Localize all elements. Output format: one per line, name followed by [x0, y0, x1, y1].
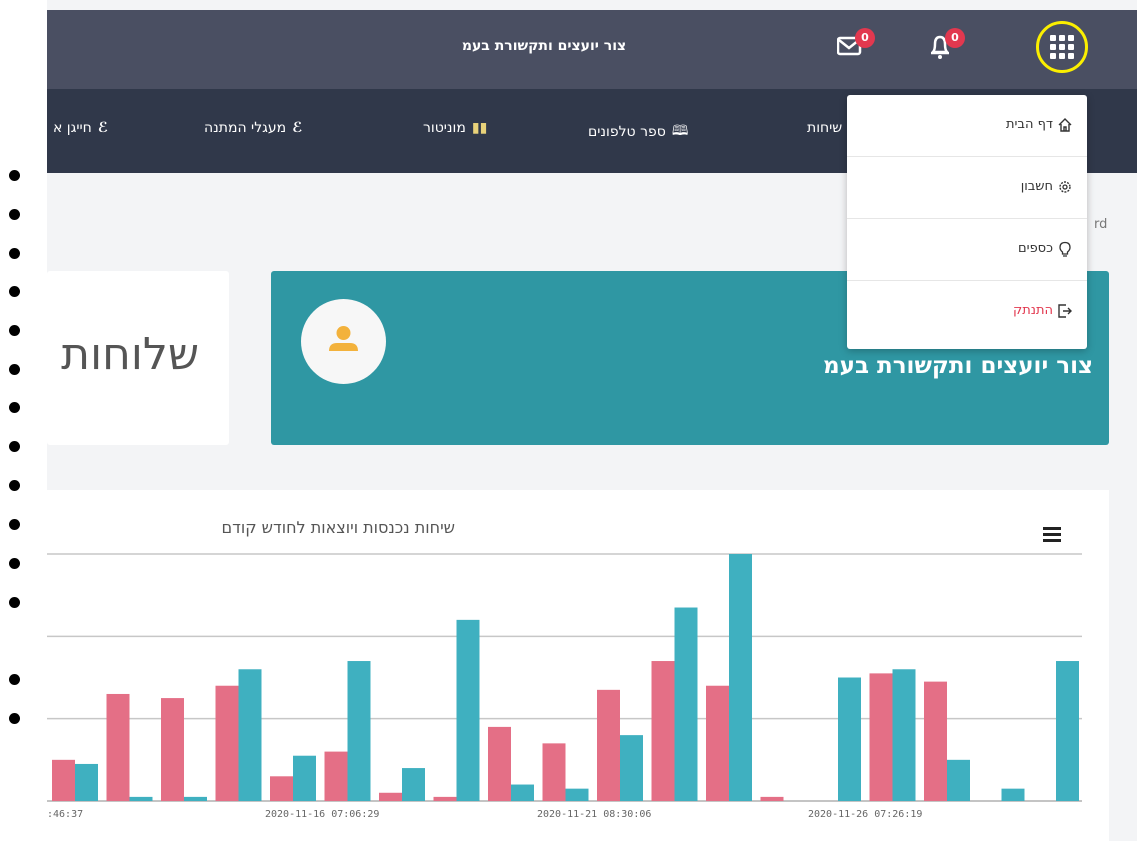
bar-chart-icon: ▮▮ [471, 120, 488, 136]
gear-icon [1059, 181, 1071, 193]
bar-series-2 [892, 669, 916, 801]
nav-item-monitor[interactable]: ▮▮ מוניטור [423, 120, 487, 136]
bar-series-1 [324, 751, 348, 801]
bar-series-2 [184, 796, 207, 801]
apps-menu-button[interactable] [1036, 21, 1088, 73]
dropdown-item-account[interactable]: חשבון [847, 157, 1087, 219]
x-tick-label: :46:37 [47, 809, 83, 820]
bar-series-2 [347, 661, 371, 801]
extensions-title: שלוחות [61, 329, 199, 380]
link-icon: ℰ [97, 120, 109, 136]
bar-series-1 [542, 743, 566, 801]
mail-badge: 0 [855, 28, 875, 48]
top-bar: צור יועצים ותקשורת בעמ 0 0 [47, 10, 1137, 89]
dropdown-item-home[interactable]: דף הבית [847, 95, 1087, 157]
lightbulb-icon [1059, 241, 1071, 257]
bullet [9, 402, 20, 413]
bar-series-1 [706, 685, 729, 801]
bell-badge: 0 [945, 28, 965, 48]
extensions-card[interactable]: שלוחות [47, 271, 229, 445]
bar-series-1 [52, 759, 75, 801]
x-tick-label: 2020-11-16 07:06:29 [265, 809, 379, 820]
bar-series-1 [270, 776, 293, 801]
apps-dropdown-menu: דף הבית חשבון כספים התנתק [847, 95, 1087, 349]
bullet [9, 364, 20, 375]
bullet [9, 325, 20, 336]
bar-series-1 [433, 796, 457, 801]
bullet [9, 519, 20, 530]
bar-series-2 [456, 619, 480, 801]
x-tick-label: 2020-11-21 08:30:06 [537, 809, 651, 820]
dropdown-item-label: התנתק [1012, 303, 1053, 318]
bullet [9, 558, 20, 569]
bullet [9, 248, 20, 259]
bar-series-1 [161, 698, 184, 801]
notifications-button[interactable]: 0 [927, 28, 965, 62]
bar-series-1 [215, 685, 239, 801]
bar-series-1 [597, 689, 620, 801]
nav-item-label: שיחות [807, 120, 843, 136]
bullet [9, 597, 20, 608]
bullet [9, 286, 20, 297]
bar-series-2 [565, 788, 589, 801]
bullet [9, 441, 20, 452]
bar-series-1 [488, 726, 511, 801]
nav-item-calls[interactable]: שיחות [807, 120, 842, 136]
home-icon [1058, 118, 1072, 132]
bar-series-1 [924, 681, 947, 801]
company-name: צור יועצים ותקשורת בעמ [823, 353, 1093, 379]
logout-icon [1058, 304, 1072, 318]
app-title: צור יועצים ותקשורת בעמ [461, 38, 627, 54]
bullet [9, 674, 20, 685]
nav-item-label: מוניטור [423, 120, 466, 136]
bar-series-2 [511, 784, 534, 801]
bar-series-2 [1001, 788, 1025, 801]
bar-series-2 [129, 796, 153, 801]
grid-icon [1050, 35, 1074, 59]
dropdown-item-finance[interactable]: כספים [847, 219, 1087, 281]
nav-item-label: ספר טלפונים [588, 124, 666, 140]
bar-series-2 [75, 763, 98, 801]
nav-item-phonebook[interactable]: 🕮 ספר טלפונים [588, 120, 688, 144]
user-icon [329, 326, 358, 351]
dropdown-item-label: כספים [1018, 241, 1053, 256]
bar-series-2 [402, 768, 425, 801]
bar-series-1 [651, 661, 675, 801]
mail-button[interactable]: 0 [836, 28, 875, 62]
calls-chart-card: שיחות נכנסות ויוצאות לחודש קודם :46:37 20… [47, 490, 1109, 841]
breadcrumb: rd [1094, 217, 1108, 232]
bar-series-2 [1056, 661, 1079, 801]
nav-item-dialer[interactable]: ℰ חייגן א [53, 120, 108, 136]
bar-series-1 [379, 792, 402, 801]
bar-series-2 [238, 669, 262, 801]
bullet [9, 713, 20, 724]
bar-series-2 [838, 677, 861, 801]
calls-bar-chart: :46:37 2020-11-16 07:06:29 2020-11-21 08:3… [47, 553, 1082, 820]
bar-series-1 [869, 673, 893, 801]
avatar [301, 299, 386, 384]
link-icon: ℰ [292, 120, 303, 136]
bar-series-1 [106, 693, 130, 801]
bullet [9, 209, 20, 220]
app-canvas: צור יועצים ותקשורת בעמ 0 0 שיחות 🕮 ספר ט… [0, 0, 1137, 841]
bar-series-2 [620, 735, 643, 801]
nav-item-label: חייגן א [53, 120, 92, 136]
nav-item-label: מעגלי המתנה [204, 120, 287, 136]
dropdown-item-label: דף הבית [1005, 117, 1053, 132]
bar-series-1 [760, 796, 784, 801]
x-tick-label: 2020-11-26 07:26:19 [808, 809, 922, 820]
dropdown-item-label: חשבון [1020, 179, 1053, 194]
bar-series-2 [293, 755, 316, 801]
bullet [9, 480, 20, 491]
bar-series-2 [729, 554, 752, 801]
bullet-list-strip [0, 0, 47, 841]
nav-item-waiting-circles[interactable]: ℰ מעגלי המתנה [204, 120, 302, 136]
bar-series-2 [674, 607, 698, 801]
bullet [9, 170, 20, 181]
book-icon: 🕮 [671, 123, 689, 139]
bar-series-2 [947, 759, 970, 801]
dropdown-item-logout[interactable]: התנתק [847, 281, 1087, 343]
